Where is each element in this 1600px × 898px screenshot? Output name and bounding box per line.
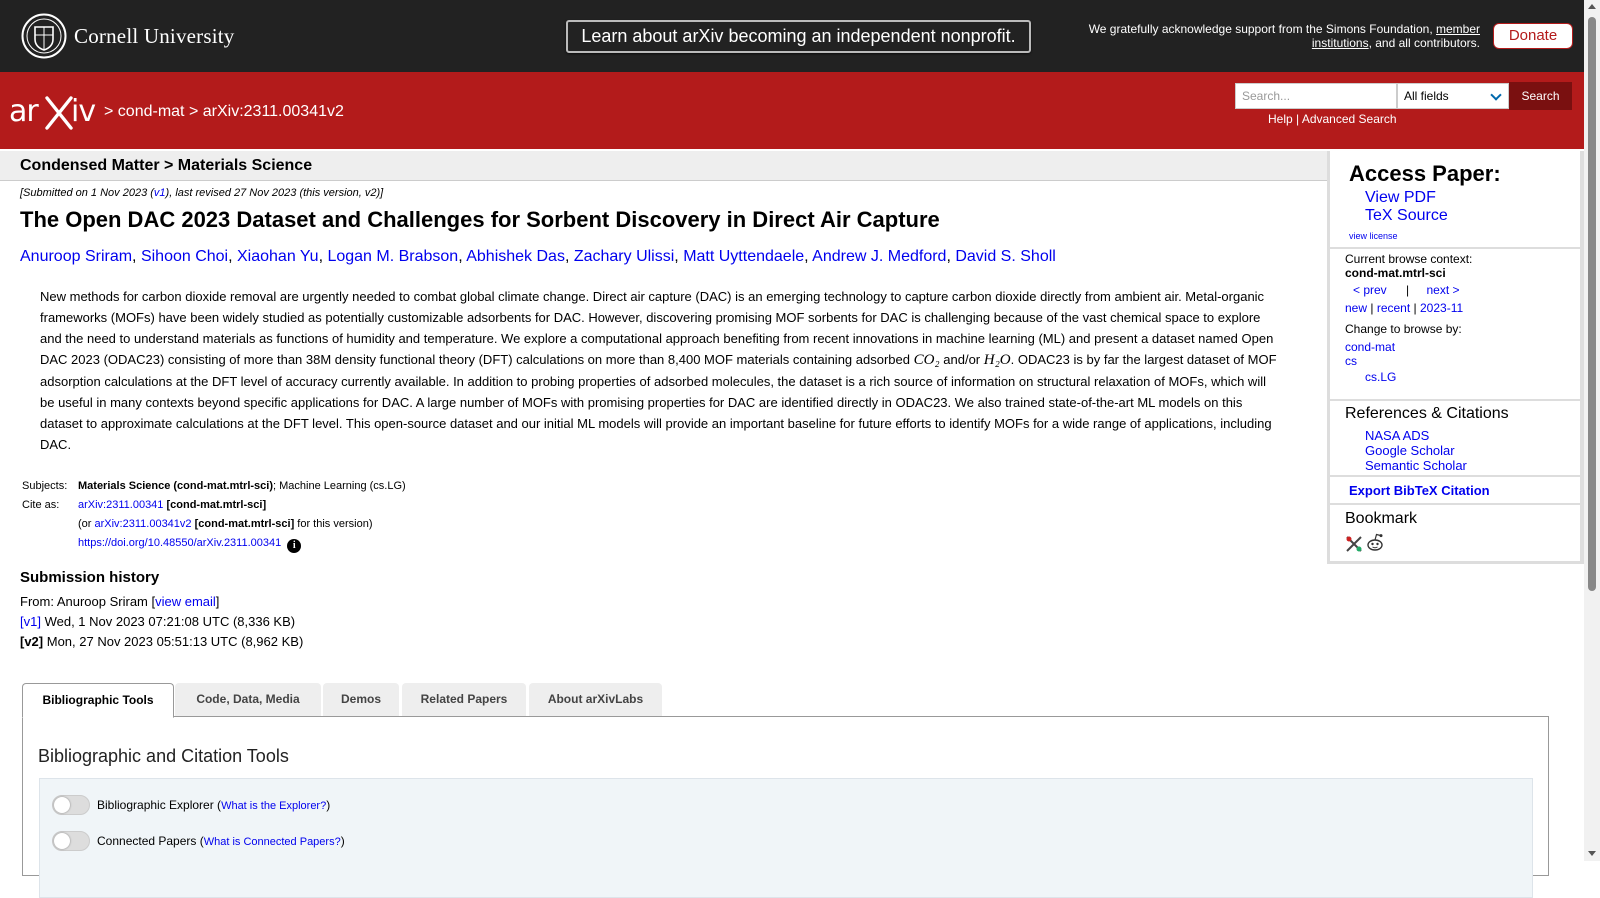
cornell-university-name[interactable]: Cornell University [74, 24, 235, 49]
category-title: Condensed Matter > Materials Science [20, 157, 313, 174]
bibsonomy-icon[interactable] [1345, 535, 1363, 553]
cite-id-link[interactable]: arXiv:2311.00341 [78, 499, 163, 511]
search-button[interactable]: Search [1509, 82, 1572, 110]
advanced-search-link[interactable]: Advanced Search [1302, 112, 1397, 126]
arxiv-header: ar iv > cond-mat > arXiv:2311.00341v2 Se… [0, 72, 1584, 149]
browse-cs-lg-link[interactable]: cs.LG [1365, 369, 1396, 386]
view-pdf-link[interactable]: View PDF [1365, 189, 1436, 207]
bookmark-box: Bookmark [1330, 505, 1580, 561]
nasa-ads-link[interactable]: NASA ADS [1365, 428, 1429, 443]
references-title: References & Citations [1345, 405, 1509, 422]
abstract: New methods for carbon dioxide removal a… [40, 289, 1277, 452]
doi-link[interactable]: https://doi.org/10.48550/arXiv.2311.0034… [78, 537, 281, 549]
recent-link[interactable]: recent [1377, 301, 1410, 315]
info-icon[interactable]: i [287, 539, 302, 553]
panel-title: Bibliographic and Citation Tools [38, 746, 289, 766]
access-paper-title: Access Paper: [1349, 161, 1501, 186]
access-paper-box: Access Paper: View PDF TeX Source view l… [1330, 151, 1580, 247]
author-link[interactable]: Andrew J. Medford [812, 248, 946, 265]
author-link[interactable]: Logan M. Brabson [327, 248, 458, 265]
tab-panel: Bibliographic and Citation Tools Bibliog… [22, 716, 1549, 898]
what-is-connected-papers-link[interactable]: What is Connected Papers? [204, 836, 341, 848]
author-link[interactable]: Sihoon Choi [141, 248, 228, 265]
google-scholar-link[interactable]: Google Scholar [1365, 443, 1455, 458]
paper-title: The Open DAC 2023 Dataset and Challenges… [20, 207, 940, 232]
v1-link[interactable]: v1 [154, 187, 166, 199]
svg-text:iv: iv [71, 94, 95, 129]
tab-demos[interactable]: Demos [323, 683, 399, 717]
co2-formula: CO₂ [913, 352, 940, 368]
references-box: References & Citations NASA ADS Google S… [1330, 401, 1580, 475]
reddit-icon[interactable] [1365, 532, 1385, 552]
author-link[interactable]: Xiaohan Yu [237, 248, 319, 265]
submission-history-title: Submission history [20, 569, 160, 586]
tab-related-papers[interactable]: Related Papers [402, 683, 526, 717]
tab-about-arxivlabs[interactable]: About arXivLabs [529, 683, 662, 717]
author-list: Anuroop Sriram, Sihoon Choi, Xiaohan Yu,… [20, 248, 1056, 265]
help-links: Help | Advanced Search [1268, 112, 1397, 126]
chevron-down-icon [1490, 89, 1502, 101]
change-browse-label: Change to browse by: [1345, 322, 1462, 336]
tex-source-link[interactable]: TeX Source [1365, 207, 1448, 225]
breadcrumb-paper-id: arXiv:2311.00341v2 [202, 103, 344, 120]
view-email-link[interactable]: view email [155, 594, 216, 609]
v1-history-link[interactable]: [v1] [20, 614, 41, 629]
category-header: Condensed Matter > Materials Science [0, 151, 1327, 181]
next-link[interactable]: next > [1427, 283, 1460, 297]
new-link[interactable]: new [1345, 301, 1367, 315]
tab-bibliographic-tools[interactable]: Bibliographic Tools [22, 683, 174, 718]
search-input[interactable]: Search... [1235, 83, 1397, 109]
help-link[interactable]: Help [1268, 112, 1293, 126]
author-link[interactable]: Matt Uyttendaele [683, 248, 804, 265]
bookmark-title: Bookmark [1345, 510, 1418, 527]
top-banner: Cornell University Learn about arXiv bec… [0, 0, 1584, 72]
breadcrumb: > cond-mat > arXiv:2311.00341v2 [104, 103, 344, 120]
breadcrumb-cond-mat[interactable]: cond-mat [118, 103, 185, 120]
semantic-scholar-link[interactable]: Semantic Scholar [1365, 458, 1467, 473]
submission-dateline: [Submitted on 1 Nov 2023 (v1), last revi… [20, 187, 384, 199]
month-link[interactable]: 2023-11 [1420, 301, 1463, 315]
tool-list: Bibliographic Explorer (What is the Expl… [39, 778, 1533, 898]
sidebar: Access Paper: View PDF TeX Source view l… [1327, 151, 1584, 564]
connected-papers-toggle[interactable] [52, 831, 90, 851]
submission-history: From: Anuroop Sriram [view email] [v1] W… [20, 594, 304, 649]
export-bibtex-link[interactable]: Export BibTeX Citation [1349, 483, 1490, 498]
primary-subject: Materials Science (cond-mat.mtrl-sci) [78, 480, 274, 492]
bibliographic-explorer-toggle[interactable] [52, 795, 90, 815]
prev-link[interactable]: < prev [1353, 283, 1387, 297]
h2o-formula: H₂O [983, 352, 1011, 368]
cornell-seal-icon[interactable] [21, 13, 67, 59]
export-box: Export BibTeX Citation [1330, 477, 1580, 503]
cite-v2-link[interactable]: arXiv:2311.00341v2 [95, 518, 192, 530]
nonprofit-announcement-button[interactable]: Learn about arXiv becoming an independen… [566, 20, 1031, 53]
browse-cs-link[interactable]: cs [1345, 353, 1357, 370]
donate-button[interactable]: Donate [1493, 23, 1573, 49]
author-link[interactable]: David S. Sholl [955, 248, 1056, 265]
search-field-select[interactable]: All fields [1397, 83, 1509, 109]
svg-text:ar: ar [9, 94, 39, 129]
tab-code-data-media[interactable]: Code, Data, Media [175, 683, 321, 717]
scroll-down-icon[interactable] [1588, 851, 1596, 856]
arxiv-logo-icon[interactable]: ar iv [9, 92, 101, 132]
browse-context-value: cond-mat.mtrl-sci [1345, 266, 1446, 280]
view-license-link[interactable]: view license [1349, 231, 1398, 241]
what-is-explorer-link[interactable]: What is the Explorer? [221, 800, 326, 812]
scrollbar-thumb[interactable] [1588, 17, 1596, 591]
author-link[interactable]: Zachary Ulissi [574, 248, 674, 265]
acknowledgement-text: We gratefully acknowledge support from t… [1088, 22, 1480, 50]
author-link[interactable]: Anuroop Sriram [20, 248, 132, 265]
scroll-up-icon[interactable] [1588, 4, 1596, 9]
browse-context-box: Current browse context: cond-mat.mtrl-sc… [1330, 249, 1580, 399]
author-link[interactable]: Abhishek Das [466, 248, 565, 265]
